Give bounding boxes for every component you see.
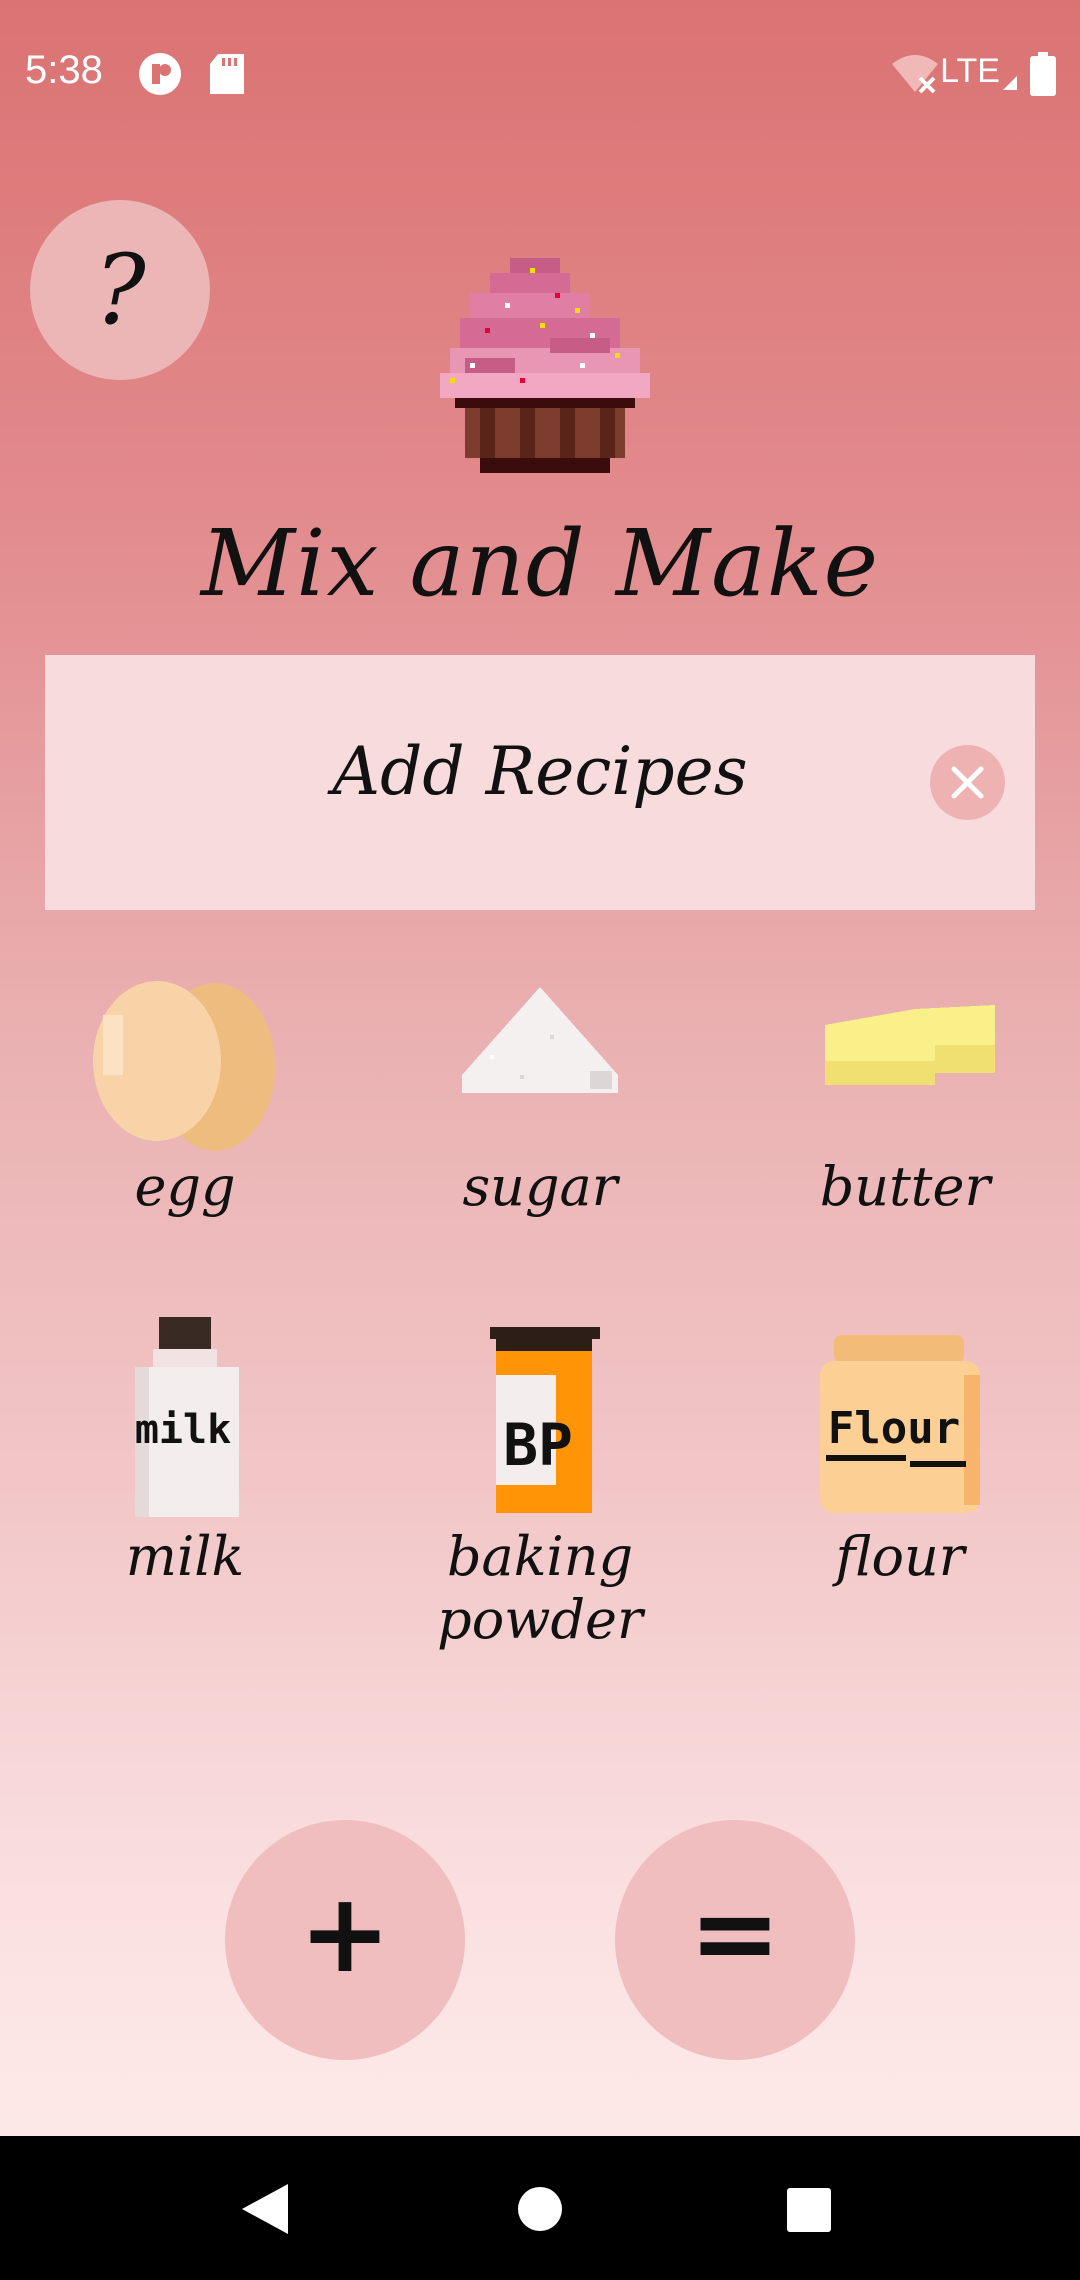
- egg-icon: [93, 981, 275, 1151]
- ingredient-milk[interactable]: milk milk: [35, 1315, 335, 1588]
- baking-powder-text: BP: [503, 1411, 573, 1479]
- ingredient-sugar[interactable]: sugar: [390, 975, 690, 1218]
- ingredient-label: egg: [134, 1155, 236, 1218]
- help-button[interactable]: ?: [30, 200, 210, 380]
- equals-label: =: [688, 1869, 782, 1997]
- home-icon[interactable]: [517, 2186, 563, 2232]
- flour-bag-icon: Flour: [820, 1335, 980, 1513]
- close-icon: [951, 766, 984, 799]
- app-title: Mix and Make: [200, 510, 880, 617]
- help-label: ?: [94, 234, 146, 346]
- milk-bottle-text: milk: [135, 1407, 231, 1453]
- back-icon[interactable]: [240, 2182, 290, 2236]
- sugar-icon: [462, 987, 618, 1093]
- ingredient-flour[interactable]: Flour flour: [750, 1315, 1050, 1588]
- cupcake-icon: [440, 258, 650, 473]
- milk-bottle-icon: milk: [135, 1317, 239, 1517]
- network-type: LTE: [940, 52, 1000, 90]
- recents-icon[interactable]: [787, 2188, 831, 2232]
- battery-icon: [1030, 52, 1056, 96]
- flour-bag-text: Flour: [828, 1403, 960, 1454]
- add-button[interactable]: +: [225, 1820, 465, 2060]
- ingredient-label: baking powder: [437, 1525, 643, 1651]
- ingredient-label: sugar: [462, 1155, 618, 1218]
- add-label: +: [298, 1869, 392, 1997]
- equals-button[interactable]: =: [615, 1820, 855, 2060]
- navigation-bar: [0, 2136, 1080, 2280]
- ingredient-label: flour: [835, 1525, 965, 1588]
- wifi-off-icon: [892, 55, 938, 94]
- ingredient-baking-powder[interactable]: BP baking powder: [380, 1315, 700, 1651]
- butter-icon: [825, 1005, 995, 1085]
- recipe-banner-title: Add Recipes: [332, 733, 748, 810]
- status-time: 5:38: [25, 48, 103, 92]
- baking-powder-icon: BP: [490, 1327, 600, 1513]
- recipe-banner[interactable]: Add Recipes: [45, 655, 1035, 910]
- signal-icon: [1003, 76, 1017, 90]
- ingredient-egg[interactable]: egg: [35, 975, 335, 1218]
- ingredient-label: milk: [125, 1525, 245, 1588]
- sd-card-icon: [210, 54, 244, 94]
- app-notification-icon: [139, 53, 181, 95]
- ingredient-label: butter: [819, 1155, 991, 1218]
- close-button[interactable]: [930, 745, 1005, 820]
- ingredient-butter[interactable]: butter: [755, 975, 1055, 1218]
- status-bar: 5:38 LTE: [0, 0, 1080, 150]
